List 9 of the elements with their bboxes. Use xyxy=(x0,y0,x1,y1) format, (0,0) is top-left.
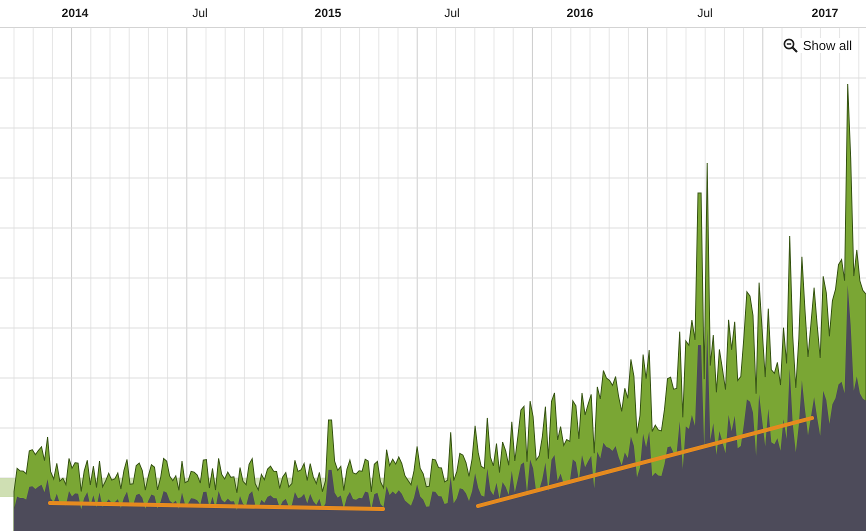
axis-label: Jul xyxy=(697,6,713,20)
axis-label: 2014 xyxy=(62,6,88,20)
show-all-button[interactable]: Show all xyxy=(782,38,852,53)
axis-label: Jul xyxy=(192,6,208,20)
axis-label: Jul xyxy=(444,6,460,20)
axis-label: 2017 xyxy=(812,6,838,20)
axis-label: 2016 xyxy=(566,6,594,20)
zoom-out-icon xyxy=(782,38,798,53)
axis-label: 2015 xyxy=(314,6,342,20)
